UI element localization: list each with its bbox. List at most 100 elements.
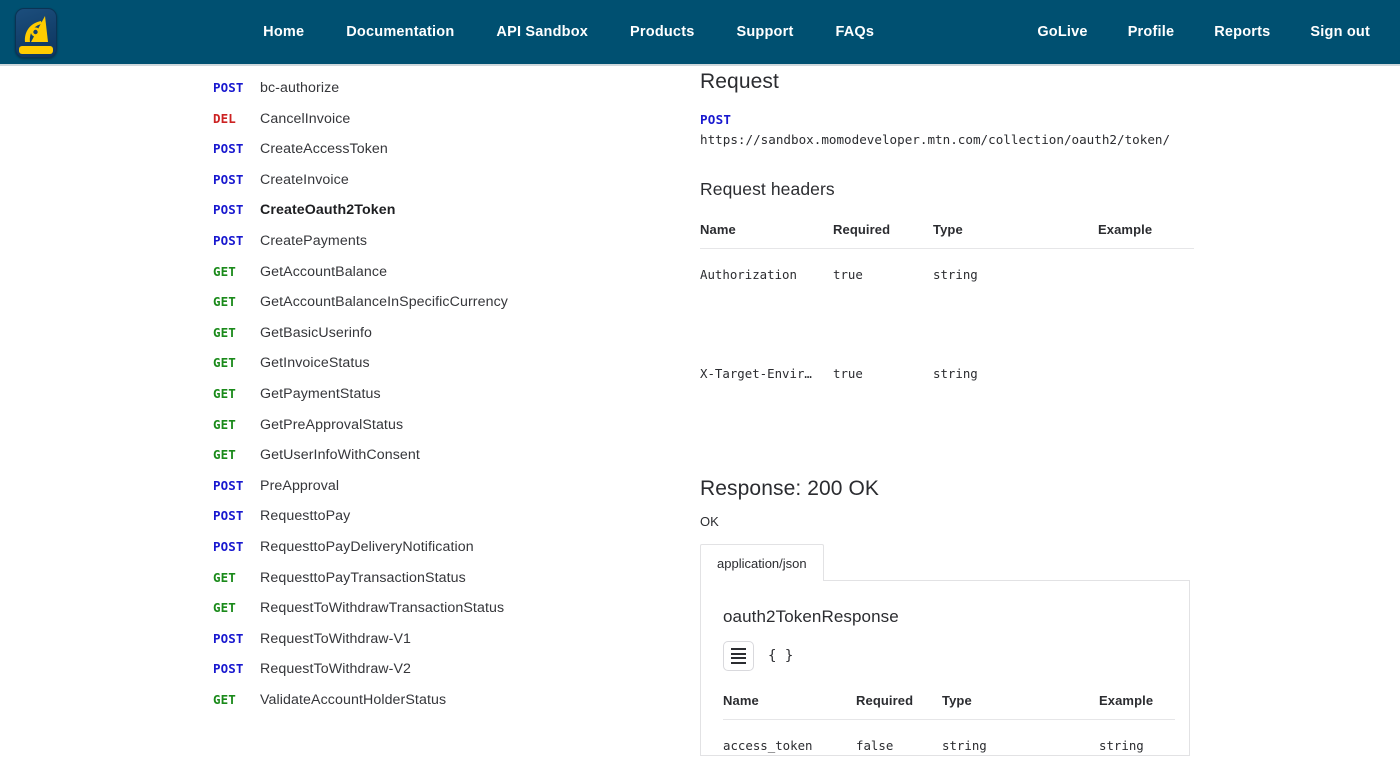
endpoint-name-label: GetPreApprovalStatus xyxy=(260,416,404,433)
column-header-example: Example xyxy=(1098,222,1194,249)
http-method-label: GET xyxy=(213,294,236,310)
endpoint-name-label: GetAccountBalanceInSpecificCurrency xyxy=(260,294,508,311)
endpoint-list-item[interactable]: POST CreateAccessToken xyxy=(0,141,690,172)
endpoint-name-label: GetAccountBalance xyxy=(260,263,388,280)
endpoint-list-item[interactable]: GET RequesttoPayTransactionStatus xyxy=(0,570,690,601)
response-heading: Response: 200 OK xyxy=(700,477,880,500)
http-method-label: POST xyxy=(213,538,244,554)
endpoint-list-item[interactable]: GET GetAccountBalanceInSpecificCurrency xyxy=(0,294,690,325)
nav-api-sandbox[interactable]: API Sandbox xyxy=(496,24,588,40)
response-tabstrip: application/json xyxy=(700,544,1400,581)
endpoint-list-item[interactable]: GET GetBasicUserinfo xyxy=(0,325,690,356)
header-required: true xyxy=(833,267,863,282)
endpoint-list-item[interactable]: GET RequestToWithdrawTransactionStatus xyxy=(0,600,690,631)
http-method-label: POST xyxy=(213,661,244,677)
tab-application-json[interactable]: application/json xyxy=(700,544,824,581)
endpoint-list-item[interactable]: GET GetPaymentStatus xyxy=(0,386,690,417)
http-method-label: GET xyxy=(213,324,236,340)
endpoint-list-item[interactable]: POST bc-authorize xyxy=(0,80,690,111)
http-method-label: GET xyxy=(213,355,236,371)
endpoint-name-label: GetPaymentStatus xyxy=(260,385,381,402)
endpoint-name-label: RequesttoPayTransactionStatus xyxy=(260,569,466,586)
http-method-label: POST xyxy=(213,508,244,524)
endpoint-name-label: CancelInvoice xyxy=(260,110,351,127)
endpoint-list-item[interactable]: DEL CancelInvoice xyxy=(0,111,690,142)
endpoint-list-item[interactable]: POST RequesttoPayDeliveryNotification xyxy=(0,539,690,570)
endpoint-list-item[interactable]: GET GetAccountBalance xyxy=(0,264,690,295)
table-row: Authorization true string xyxy=(700,249,1194,349)
nav-reports[interactable]: Reports xyxy=(1214,24,1270,40)
endpoint-name-label: PreApproval xyxy=(260,477,340,494)
momo-bird-icon xyxy=(24,16,48,42)
response-status-text: OK xyxy=(700,514,719,529)
http-method-label: GET xyxy=(213,447,236,463)
endpoint-list-item[interactable]: POST CreateOauth2Token xyxy=(0,202,690,233)
endpoint-list-item[interactable]: GET GetInvoiceStatus xyxy=(0,355,690,386)
field-example: string xyxy=(1099,738,1144,753)
nav-products[interactable]: Products xyxy=(630,24,694,40)
page-body: POST bc-authorize DEL CancelInvoice POST Crea… xyxy=(0,66,1400,758)
nav-documentation[interactable]: Documentation xyxy=(346,24,454,40)
nav-faqs[interactable]: FAQs xyxy=(835,24,874,40)
header-example xyxy=(1098,249,1194,349)
schema-view-toggle-group: { } xyxy=(723,641,1189,671)
logo-base-bar xyxy=(18,46,53,54)
response-schema-title: oauth2TokenResponse xyxy=(723,607,899,626)
list-line xyxy=(731,657,746,660)
http-method-label: GET xyxy=(213,600,236,616)
list-line xyxy=(731,661,746,664)
endpoint-list-item[interactable]: POST RequestToWithdraw-V2 xyxy=(0,661,690,692)
http-method-label: POST xyxy=(213,202,244,218)
endpoint-list-item[interactable]: POST PreApproval xyxy=(0,478,690,509)
request-method-badge: POST xyxy=(700,112,732,127)
header-required: true xyxy=(833,366,863,381)
header-example xyxy=(1098,348,1194,381)
endpoint-name-label: CreateOauth2Token xyxy=(260,202,396,219)
http-method-label: GET xyxy=(213,691,236,707)
list-line xyxy=(731,652,746,655)
request-heading: Request xyxy=(700,70,779,93)
endpoint-name-label: RequestToWithdraw-V1 xyxy=(260,630,412,647)
http-method-label: POST xyxy=(213,630,244,646)
http-method-label: GET xyxy=(213,263,236,279)
endpoint-list-item[interactable]: POST CreateInvoice xyxy=(0,172,690,203)
nav-support[interactable]: Support xyxy=(737,24,794,40)
endpoint-name-label: CreatePayments xyxy=(260,232,368,249)
endpoint-list-item[interactable]: POST RequesttoPay xyxy=(0,508,690,539)
http-method-label: GET xyxy=(213,569,236,585)
http-method-label: POST xyxy=(213,80,244,95)
endpoint-detail-panel: Request POST https://sandbox.momodevelop… xyxy=(700,66,1400,756)
header-name: Authorization xyxy=(700,267,797,282)
endpoint-name-label: GetUserInfoWithConsent xyxy=(260,447,420,464)
brand-logo[interactable] xyxy=(14,7,57,59)
endpoint-list-item[interactable]: GET ValidateAccountHolderStatus xyxy=(0,692,690,723)
endpoint-name-label: RequesttoPay xyxy=(260,508,351,525)
http-method-label: POST xyxy=(213,171,244,187)
endpoint-name-label: CreateInvoice xyxy=(260,171,349,188)
top-navigation-bar: Home Documentation API Sandbox Products … xyxy=(0,0,1400,66)
table-row: X-Target-Envir… true string xyxy=(700,348,1194,381)
endpoint-list-item[interactable]: GET GetUserInfoWithConsent xyxy=(0,447,690,478)
logo-tile xyxy=(14,8,57,58)
json-view-toggle[interactable]: { } xyxy=(768,648,793,664)
nav-profile[interactable]: Profile xyxy=(1128,24,1175,40)
http-method-label: POST xyxy=(213,141,244,157)
endpoint-list: POST bc-authorize DEL CancelInvoice POST Crea… xyxy=(0,66,690,722)
response-schema-table: Name Required Type Example access_token … xyxy=(723,693,1175,753)
table-header-row: Name Required Type Example xyxy=(723,693,1175,720)
table-header-row: Name Required Type Example xyxy=(700,222,1194,249)
account-nav: GoLive Profile Reports Sign out xyxy=(1037,24,1370,40)
endpoint-list-item[interactable]: POST RequestToWithdraw-V1 xyxy=(0,631,690,662)
table-row: access_token false string string xyxy=(723,720,1175,753)
list-view-icon[interactable] xyxy=(723,641,754,671)
field-required: false xyxy=(856,738,894,753)
list-line xyxy=(731,648,746,651)
endpoint-name-label: bc-authorize xyxy=(260,80,340,96)
http-method-label: POST xyxy=(213,477,244,493)
nav-sign-out[interactable]: Sign out xyxy=(1310,24,1370,40)
column-header-type: Type xyxy=(942,693,1099,720)
nav-golive[interactable]: GoLive xyxy=(1037,24,1087,40)
endpoint-list-item[interactable]: GET GetPreApprovalStatus xyxy=(0,417,690,448)
endpoint-list-item[interactable]: POST CreatePayments xyxy=(0,233,690,264)
nav-home[interactable]: Home xyxy=(263,24,304,40)
